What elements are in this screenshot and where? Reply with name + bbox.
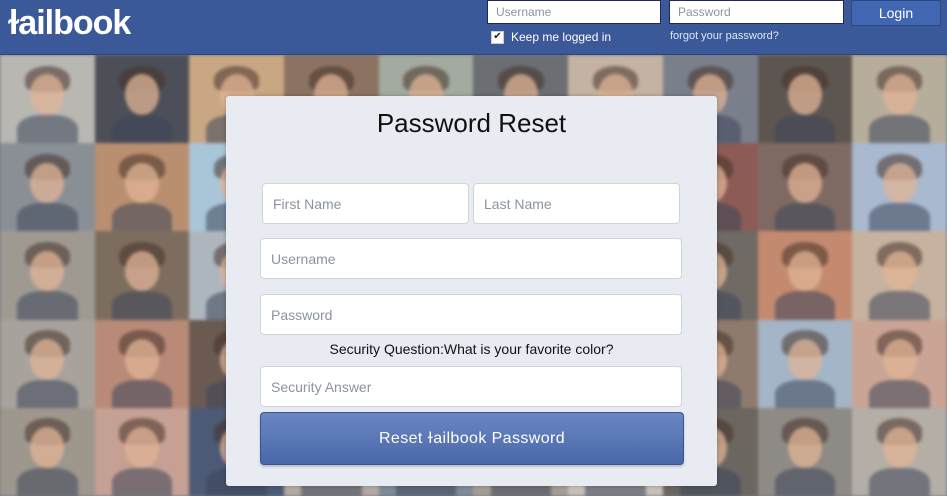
profile-photo-tile (0, 55, 95, 144)
profile-photo-tile (0, 143, 95, 232)
password-reset-card: Password Reset Security Question:What is… (226, 96, 717, 486)
security-answer-input[interactable] (260, 366, 682, 407)
profile-photo-tile (0, 231, 95, 320)
security-question-label: Security Question:What is your favorite … (329, 341, 614, 357)
header-password-input[interactable] (669, 0, 844, 24)
profile-photo-tile (94, 319, 190, 408)
first-name-input[interactable] (262, 183, 469, 224)
reset-password-button[interactable]: Reset ɫailbook Password (260, 412, 684, 465)
last-name-input[interactable] (473, 183, 680, 224)
username-input[interactable] (260, 238, 682, 279)
keep-logged-in-checkbox[interactable]: ✔ (491, 30, 504, 44)
profile-photo-tile (852, 407, 947, 496)
keep-logged-in-label: Keep me logged in (511, 30, 612, 44)
forgot-password-link[interactable]: forgot your password? (670, 30, 779, 42)
profile-photo-tile (852, 143, 947, 232)
page-title: Password Reset (376, 108, 567, 138)
profile-photo-tile (94, 143, 190, 232)
profile-photo-tile (94, 407, 190, 496)
profile-photo-tile (0, 407, 95, 496)
profile-photo-tile (94, 55, 190, 144)
profile-photo-tile (757, 231, 853, 320)
keep-logged-in[interactable]: ✔ Keep me logged in (491, 30, 611, 44)
profile-photo-tile (757, 319, 853, 408)
profile-photo-tile (757, 143, 853, 232)
profile-photo-tile (852, 319, 947, 408)
profile-photo-tile (852, 231, 947, 320)
header-username-input[interactable] (487, 0, 661, 24)
login-button[interactable]: Login (851, 0, 941, 26)
profile-photo-tile (94, 231, 190, 320)
profile-photo-tile (852, 55, 947, 144)
password-input[interactable] (260, 294, 682, 335)
profile-photo-tile (757, 55, 853, 144)
tailbook-logo[interactable]: ɫailbook (8, 4, 131, 43)
profile-photo-tile (0, 319, 95, 408)
top-navigation-bar: ɫailbook Login ✔ Keep me logged in forgo… (0, 0, 947, 55)
profile-photo-tile (757, 407, 853, 496)
